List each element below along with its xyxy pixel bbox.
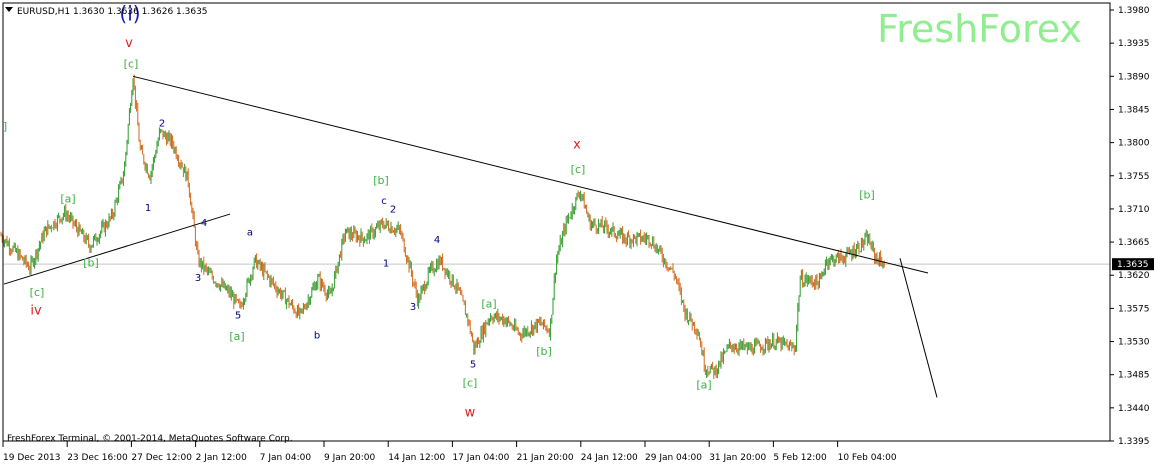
- wave-label: [a]: [60, 192, 75, 205]
- wave-label: 3: [410, 302, 416, 313]
- wave-label: 5: [470, 359, 476, 370]
- y-tick-label: 1.3440: [1118, 404, 1150, 414]
- x-tick-label: 5 Feb 12:00: [773, 453, 827, 463]
- wave-label: 5: [235, 311, 241, 322]
- x-tick-label: 2 Jan 12:00: [196, 453, 248, 463]
- wave-label: c: [381, 196, 387, 207]
- y-tick-label: 1.3620: [1118, 271, 1150, 281]
- y-tick-label: 1.3395: [1118, 437, 1150, 447]
- x-tick-label: 10 Feb 04:00: [838, 453, 897, 463]
- wave-label: 1: [383, 258, 389, 269]
- symbol-info: EURUSD,H1 1.3630 1.3636 1.3626 1.3635: [17, 7, 208, 17]
- wave-label: 4: [201, 218, 207, 229]
- wave-label: [c]: [463, 376, 478, 389]
- wave-label: [a]: [481, 298, 496, 311]
- wave-label: 3: [195, 273, 201, 284]
- y-tick-label: 1.3890: [1118, 72, 1150, 82]
- y-tick-label: 1.3935: [1118, 39, 1150, 49]
- wave-label: a: [247, 227, 253, 238]
- y-tick-label: 1.3665: [1118, 238, 1150, 248]
- wave-label: [b]: [536, 345, 552, 358]
- wave-label: [a]: [696, 379, 711, 392]
- chart-background: [0, 0, 1154, 465]
- wave-label: [a]: [229, 330, 244, 343]
- wave-label: 4: [434, 235, 440, 246]
- y-tick-label: 1.3800: [1118, 139, 1150, 149]
- wave-label: [b]: [859, 189, 875, 202]
- wave-label: w: [465, 406, 476, 421]
- x-tick-label: 7 Jan 04:00: [260, 453, 312, 463]
- x-tick-label: 29 Jan 04:00: [645, 453, 702, 463]
- y-tick-label: 1.3530: [1118, 338, 1150, 348]
- wave-label: x: [573, 138, 581, 153]
- wave-label: [c]: [124, 57, 139, 70]
- wave-label: [c]: [571, 163, 586, 176]
- x-tick-label: 9 Jan 20:00: [324, 453, 376, 463]
- wave-label: [c]: [30, 286, 45, 299]
- wave-label: 1: [145, 203, 151, 214]
- copyright-footer: FreshForex Terminal, © 2001-2014, MetaQu…: [7, 434, 293, 444]
- x-tick-label: 24 Jan 12:00: [581, 453, 638, 463]
- chart-window[interactable]: FreshForex (i) v [c] 2 1] [a] [b] [c] iv 4 3 a 5 [a] b…: [0, 0, 1154, 465]
- x-tick-label: 14 Jan 12:00: [388, 453, 445, 463]
- current-price-tag: 1.3635: [1112, 258, 1154, 271]
- y-tick-label: 1.3485: [1118, 371, 1150, 381]
- y-tick-label: 1.3575: [1118, 304, 1150, 314]
- y-tick-label: 1.3980: [1118, 6, 1150, 16]
- wave-label: 2: [390, 205, 396, 216]
- x-tick-label: 23 Dec 16:00: [67, 453, 128, 463]
- y-tick-label: 1.3845: [1118, 105, 1150, 115]
- wave-label: 2: [159, 118, 165, 129]
- wave-label: iv: [30, 303, 42, 318]
- x-tick-label: 27 Dec 12:00: [131, 453, 192, 463]
- wave-label: b: [314, 331, 320, 342]
- y-tick-label: 1.3710: [1118, 205, 1150, 215]
- x-tick-label: 17 Jan 04:00: [452, 453, 509, 463]
- wave-label: [b]: [83, 256, 99, 269]
- y-tick-label: 1.3755: [1118, 172, 1150, 182]
- wave-label: [b]: [373, 174, 389, 187]
- x-tick-label: 21 Jan 20:00: [517, 453, 574, 463]
- candlestick-chart[interactable]: FreshForex (i)v[c]21][a][b][c]iv43a5[a] b…: [0, 0, 1154, 465]
- x-tick-label: 19 Dec 2013: [3, 453, 61, 463]
- current-price-label: 1.3635: [1117, 260, 1149, 270]
- wave-label: v: [125, 36, 133, 51]
- x-tick-label: 31 Jan 20:00: [709, 453, 766, 463]
- freshforex-watermark: FreshForex: [877, 7, 1082, 51]
